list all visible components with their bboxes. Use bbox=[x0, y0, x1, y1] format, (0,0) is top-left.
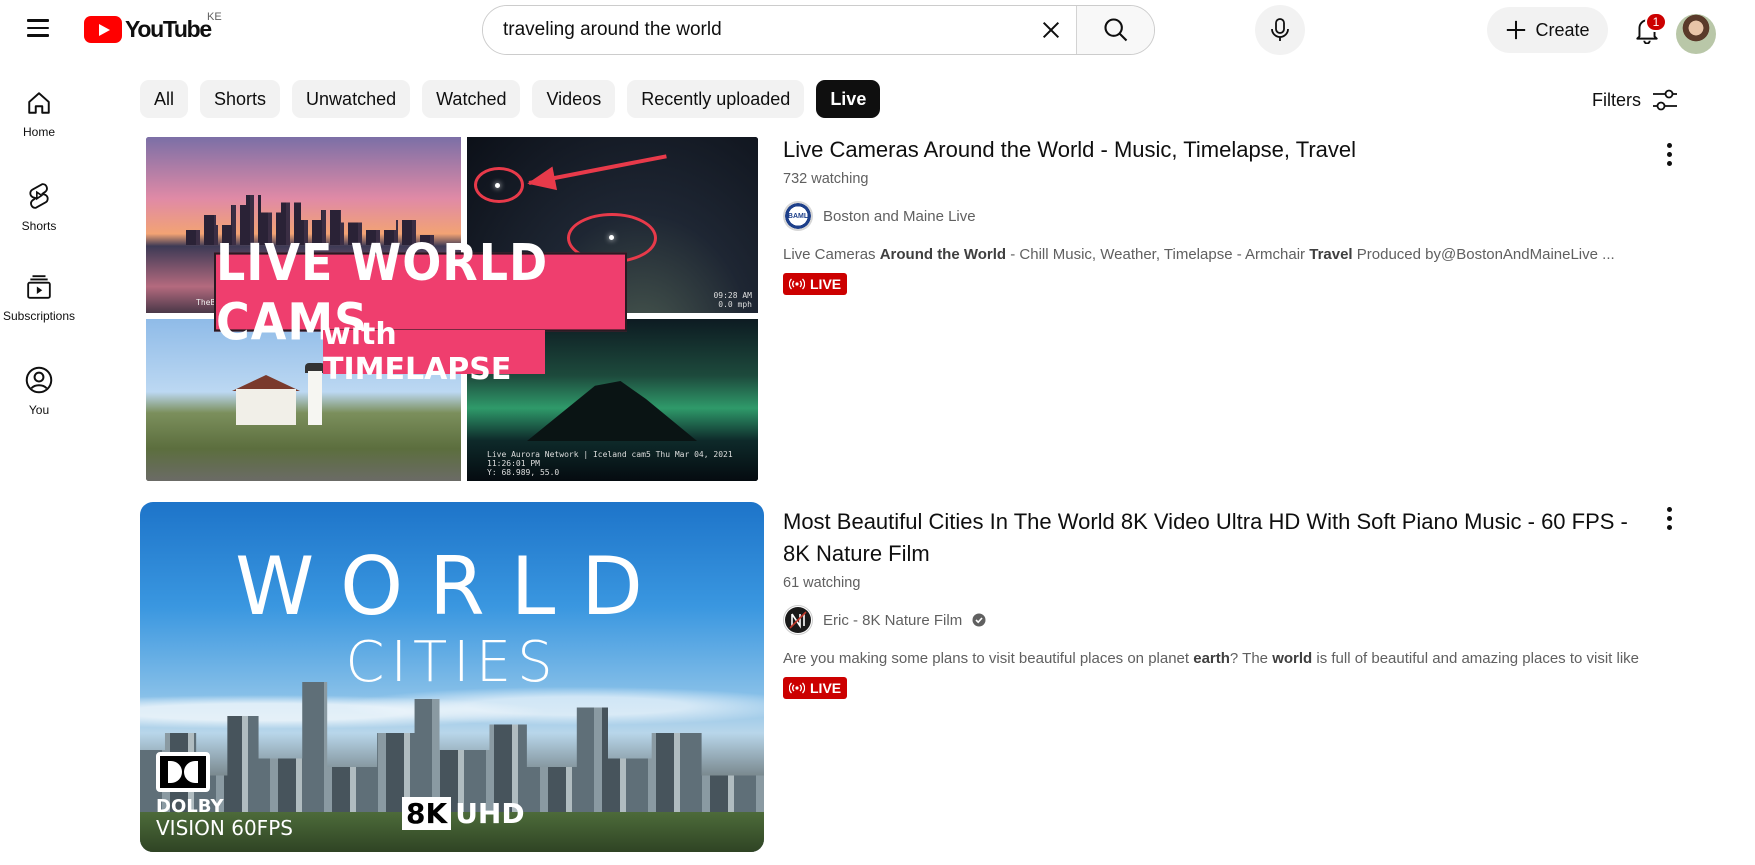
chip-unwatched[interactable]: Unwatched bbox=[292, 80, 411, 118]
video-title[interactable]: Live Cameras Around the World - Music, T… bbox=[783, 134, 1643, 166]
channel-name[interactable]: Boston and Maine Live bbox=[823, 208, 976, 225]
filters-sliders-icon bbox=[1653, 89, 1677, 111]
dolby-subtitle: VISION 60FPS bbox=[156, 816, 293, 840]
description-text: - Chill Music, Weather, Timelapse - Armc… bbox=[1006, 246, 1310, 263]
channel-row[interactable]: Eric - 8K Nature Film bbox=[783, 605, 1643, 635]
thumbnail-caption-line1: Live Aurora Network | Iceland cam5 Thu M… bbox=[487, 450, 733, 468]
live-badge-label: LIVE bbox=[810, 276, 842, 292]
thumbnail-caption-time: 09:28 AM bbox=[713, 291, 752, 300]
search-button[interactable] bbox=[1076, 6, 1154, 54]
filters-label: Filters bbox=[1592, 89, 1641, 110]
microphone-icon bbox=[1271, 18, 1289, 41]
live-badge: LIVE bbox=[783, 677, 848, 699]
video-thumbnail[interactable]: TheBost 09:28 AM 0.0 mph Live Aurora Netw… bbox=[143, 134, 761, 484]
video-result: WORLD CITIES DOLBY VISION 60FPS 8K UHD M… bbox=[140, 502, 1700, 854]
channel-avatar[interactable]: BAML bbox=[783, 201, 813, 231]
description-text: Are you making some plans to visit beaut… bbox=[783, 650, 1194, 667]
home-icon bbox=[28, 92, 50, 114]
chip-videos[interactable]: Videos bbox=[532, 80, 616, 118]
notification-count-badge: 1 bbox=[1645, 12, 1667, 32]
channel-name[interactable]: Eric - 8K Nature Film bbox=[823, 612, 962, 629]
sidebar-item-label: Shorts bbox=[21, 219, 57, 233]
thumbnail-subbanner: with TIMELAPSE bbox=[323, 317, 545, 387]
description-highlight: earth bbox=[1193, 650, 1230, 667]
video-viewers: 61 watching bbox=[783, 575, 861, 591]
video-info: Live Cameras Around the World - Music, T… bbox=[783, 134, 1643, 295]
account-avatar[interactable] bbox=[1676, 14, 1716, 54]
chip-shorts[interactable]: Shorts bbox=[200, 80, 281, 118]
video-thumbnail[interactable]: WORLD CITIES DOLBY VISION 60FPS 8K UHD bbox=[140, 502, 764, 852]
sidebar-item-label: Subscriptions bbox=[2, 309, 76, 323]
youtube-logo[interactable]: YouTube bbox=[84, 16, 212, 43]
chip-live[interactable]: Live bbox=[816, 80, 881, 118]
resolution-label: 8K bbox=[402, 797, 452, 830]
sidebar-item-label: You bbox=[28, 403, 50, 417]
youtube-play-icon bbox=[84, 16, 122, 43]
sidebar-item-subscriptions[interactable]: Subscriptions bbox=[0, 264, 78, 356]
live-badge: LIVE bbox=[783, 273, 848, 295]
top-bar: YouTube KE Create 1 bbox=[0, 0, 1755, 56]
more-actions-icon[interactable] bbox=[1655, 138, 1683, 170]
description-text: Produced by@BostonAndMaineLive ... bbox=[1352, 246, 1615, 263]
video-info: Most Beautiful Cities In The World 8K Vi… bbox=[783, 506, 1643, 699]
clear-search-icon[interactable] bbox=[1026, 6, 1076, 54]
logo-text: YouTube bbox=[125, 16, 212, 42]
live-broadcast-icon bbox=[789, 278, 805, 290]
thumbnail-caption-wind: 0.0 mph bbox=[718, 300, 752, 309]
dolby-vision-logo: DOLBY VISION 60FPS bbox=[156, 752, 293, 840]
voice-search-button[interactable] bbox=[1255, 5, 1305, 55]
plus-icon bbox=[1507, 20, 1526, 40]
filters-button[interactable]: Filters bbox=[1592, 82, 1679, 118]
channel-avatar-text: BAML bbox=[787, 212, 809, 220]
description-text: Live Cameras bbox=[783, 246, 880, 263]
thumbnail-caption: Live Aurora Network | Iceland cam5 Thu M… bbox=[487, 450, 758, 477]
description-highlight: world bbox=[1272, 650, 1313, 667]
thumbnail-caption: 09:28 AM 0.0 mph bbox=[713, 291, 752, 309]
live-badge-label: LIVE bbox=[810, 680, 842, 696]
thumbnail-caption-line2: Y: 68.989, 55.0 bbox=[487, 468, 560, 477]
description-highlight: Around the World bbox=[879, 246, 1007, 263]
thumbnail-title-line2: CITIES bbox=[345, 630, 559, 695]
search-bar bbox=[482, 5, 1155, 55]
sidebar-item-label: Home bbox=[22, 125, 55, 139]
dolby-word: DOLBY bbox=[156, 796, 224, 817]
resolution-sublabel: UHD bbox=[455, 797, 525, 830]
hamburger-menu-icon[interactable] bbox=[18, 12, 58, 44]
subscriptions-icon bbox=[27, 275, 51, 299]
verified-check-icon bbox=[972, 613, 986, 627]
mini-guide: Home Shorts Subscriptions You bbox=[0, 80, 78, 448]
more-actions-icon[interactable] bbox=[1655, 502, 1683, 534]
shorts-icon bbox=[29, 183, 49, 209]
video-result: TheBost 09:28 AM 0.0 mph Live Aurora Netw… bbox=[140, 134, 1700, 486]
channel-row[interactable]: BAML Boston and Maine Live bbox=[783, 201, 1643, 231]
8k-uhd-logo: 8K UHD bbox=[402, 797, 525, 830]
filter-chips-bar: All Shorts Unwatched Watched Videos Rece… bbox=[140, 80, 881, 118]
search-input[interactable] bbox=[483, 6, 1026, 54]
channel-avatar[interactable] bbox=[783, 605, 813, 635]
sidebar-item-shorts[interactable]: Shorts bbox=[0, 172, 78, 264]
you-icon bbox=[25, 366, 53, 394]
country-code: KE bbox=[207, 11, 222, 23]
search-icon bbox=[1103, 18, 1127, 42]
chip-all[interactable]: All bbox=[140, 80, 189, 118]
description-highlight: Travel bbox=[1309, 246, 1353, 263]
chip-recently-uploaded[interactable]: Recently uploaded bbox=[627, 80, 805, 118]
sidebar-item-home[interactable]: Home bbox=[0, 80, 78, 172]
video-description: Are you making some plans to visit beaut… bbox=[783, 650, 1643, 667]
live-broadcast-icon bbox=[789, 682, 805, 694]
video-description: Live Cameras Around the World - Chill Mu… bbox=[783, 246, 1643, 263]
description-text: ? The bbox=[1229, 650, 1273, 667]
channel-logo-icon bbox=[785, 607, 811, 633]
dolby-icon bbox=[156, 752, 210, 792]
description-text: is full of beautiful and amazing places … bbox=[1312, 650, 1643, 667]
sidebar-item-you[interactable]: You bbox=[0, 356, 78, 448]
create-button[interactable]: Create bbox=[1487, 7, 1608, 53]
video-title[interactable]: Most Beautiful Cities In The World 8K Vi… bbox=[783, 506, 1643, 570]
thumbnail-title-line1: WORLD bbox=[235, 540, 669, 633]
create-label: Create bbox=[1535, 19, 1590, 40]
video-viewers: 732 watching bbox=[783, 171, 869, 187]
chip-watched[interactable]: Watched bbox=[422, 80, 521, 118]
